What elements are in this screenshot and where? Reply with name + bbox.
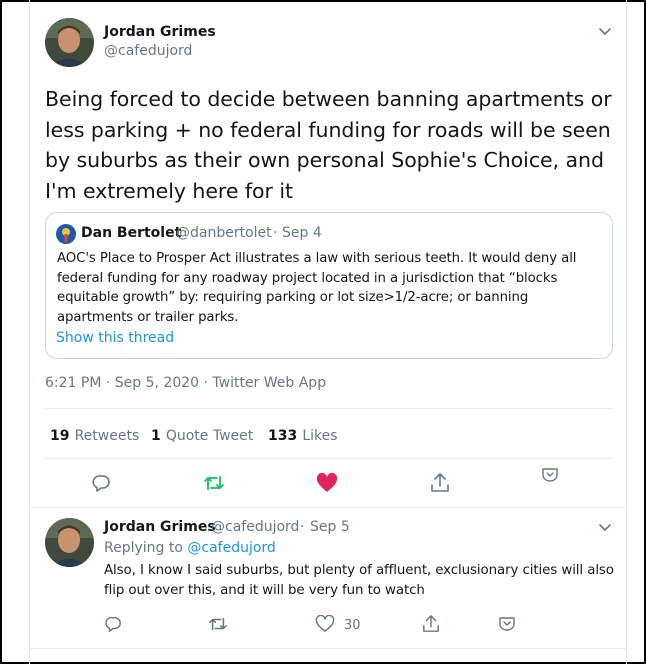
quoted-text: AOC's Place to Prosper Act illustrates a… (57, 251, 577, 325)
bookmark-icon[interactable] (541, 467, 559, 483)
chevron-down-icon[interactable] (597, 23, 613, 39)
heart-icon[interactable] (316, 473, 338, 493)
retweets-label: Retweets (74, 428, 140, 444)
likes-stat[interactable]: 133 Likes (268, 425, 338, 444)
show-thread-link[interactable]: Show this thread (56, 330, 174, 346)
retweets-count: 19 (50, 428, 70, 444)
share-icon[interactable] (430, 472, 450, 494)
divider (29, 648, 626, 649)
reply-avatar[interactable] (45, 518, 94, 567)
replying-to: Replying to @cafedujord (104, 540, 276, 556)
tweet-text: Being forced to decide between banning a… (45, 87, 612, 203)
reply-text: Also, I know I said suburbs, but plenty … (104, 563, 614, 598)
reply-date[interactable]: Sep 5 (310, 519, 350, 535)
replying-handle-link[interactable]: @cafedujord (187, 540, 275, 556)
heart-outline-icon[interactable] (315, 615, 335, 633)
quoted-tweet[interactable]: Dan Bertolet @danbertolet · Sep 4 AOC's … (45, 212, 613, 359)
sun-avatar-icon (56, 224, 76, 244)
chevron-down-icon[interactable] (597, 519, 613, 535)
timeline-right-border (626, 0, 627, 664)
retweet-icon[interactable] (203, 473, 225, 493)
tweet-author-name[interactable]: Jordan Grimes (104, 24, 216, 40)
quoted-separator: · (273, 225, 278, 241)
share-icon[interactable] (422, 614, 440, 634)
tweet-timestamp[interactable]: 6:21 PM · Sep 5, 2020 · Twitter Web App (45, 375, 326, 391)
reply-icon[interactable] (91, 473, 111, 493)
reply-author-name[interactable]: Jordan Grimes (104, 519, 216, 535)
replying-prefix: Replying to (104, 540, 183, 556)
divider (45, 408, 613, 409)
bookmark-icon[interactable] (498, 616, 516, 632)
retweets-stat[interactable]: 19 Retweets (50, 425, 139, 444)
reply-likes-count: 30 (344, 618, 361, 633)
retweet-icon[interactable] (208, 615, 228, 633)
quotes-count: 1 (151, 428, 161, 444)
likes-label: Likes (302, 428, 338, 444)
reply-icon[interactable] (104, 615, 122, 633)
divider (45, 458, 613, 459)
avatar[interactable] (45, 18, 94, 67)
quoted-author-name: Dan Bertolet (81, 225, 182, 241)
quotes-label: Quote Tweet (165, 428, 254, 444)
divider (29, 507, 626, 508)
reply-author-handle[interactable]: @cafedujord (211, 519, 299, 535)
timeline-left-border (29, 0, 30, 664)
quote-tweets-stat[interactable]: 1 Quote Tweet (151, 425, 253, 444)
reply-separator: · (300, 519, 305, 535)
quoted-date: Sep 4 (282, 225, 322, 241)
quoted-author-handle: @danbertolet (176, 225, 272, 241)
tweet-author-handle[interactable]: @cafedujord (104, 43, 192, 59)
likes-count: 133 (268, 428, 298, 444)
